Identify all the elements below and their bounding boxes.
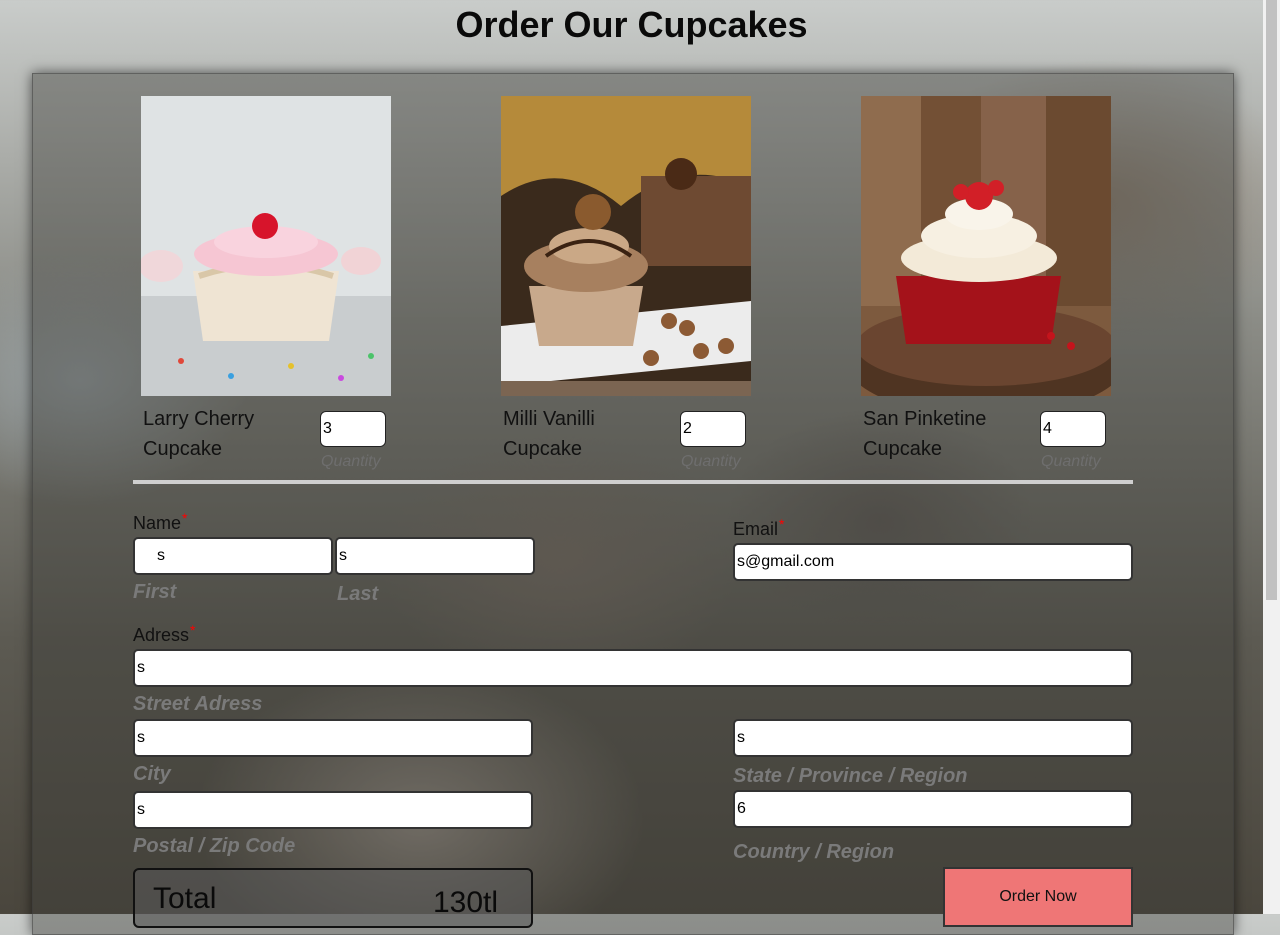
product-name: San Pinketine Cupcake [863,408,987,460]
state-hint: State / Province / Region [733,765,968,787]
city-hint: City [133,763,171,785]
total-label: Total [153,882,217,915]
quantity-input[interactable] [320,411,386,447]
order-total: Total 130tl [133,868,533,928]
first-name-hint: First [133,581,177,603]
product-name: Milli Vanilli Cupcake [503,408,595,460]
total-value: 130tl [433,886,499,919]
cupcake-image [141,96,391,396]
product-card-san-pinketine: San Pinketine Cupcake Quantity [861,96,1111,470]
quantity-input[interactable] [1040,411,1106,447]
product-card-larry-cherry: Larry Cherry Cupcake Quantity [141,96,391,470]
email-label: Email* [733,516,785,540]
vertical-scrollbar[interactable] [1263,0,1280,914]
order-form-card: Larry Cherry Cupcake Quantity Milli Vani… [32,73,1234,935]
product-name: Larry Cherry Cupcake [143,408,255,460]
country-input[interactable] [733,790,1133,828]
required-mark: * [779,516,785,532]
country-hint: Country / Region [733,841,895,863]
first-name-input[interactable] [133,537,333,575]
name-label-text: Name [133,513,182,533]
required-mark: * [190,622,196,638]
quantity-label: Quantity [681,453,741,470]
quantity-input[interactable] [680,411,746,447]
address-label: Adress* [133,622,196,646]
street-address-hint: Street Adress [133,693,263,715]
quantity-label: Quantity [1041,453,1101,470]
city-input[interactable] [133,719,533,757]
state-input[interactable] [733,719,1133,757]
order-now-button[interactable]: Order Now [943,867,1133,927]
cupcake-image [501,96,751,396]
street-address-input[interactable] [133,649,1133,687]
page-title: Order Our Cupcakes [455,4,808,45]
name-label: Name* [133,510,188,534]
last-name-input[interactable] [335,537,535,575]
section-divider [133,480,1133,484]
product-card-milli-vanilli: Milli Vanilli Cupcake Quantity [501,96,751,470]
quantity-label: Quantity [321,453,381,470]
address-label-text: Adress [133,625,190,645]
scrollbar-thumb[interactable] [1266,0,1277,600]
postal-code-hint: Postal / Zip Code [133,835,296,857]
required-mark: * [182,510,188,526]
postal-code-input[interactable] [133,791,533,829]
email-input[interactable] [733,543,1133,581]
cupcake-image [861,96,1111,396]
email-label-text: Email [733,519,779,539]
last-name-hint: Last [337,583,379,605]
